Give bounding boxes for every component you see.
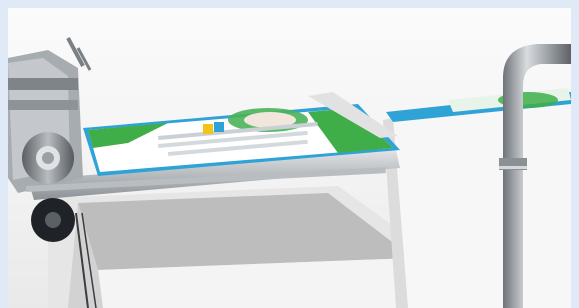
image-frame — [0, 0, 579, 308]
machine-illustration — [8, 37, 571, 308]
output-stack — [383, 88, 571, 308]
paper-bin — [48, 186, 438, 308]
illustration-canvas — [8, 8, 571, 308]
